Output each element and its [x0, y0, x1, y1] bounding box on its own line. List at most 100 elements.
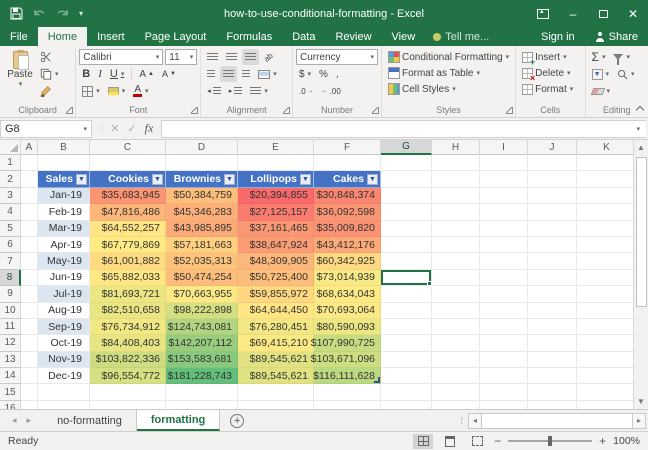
- cell-H14[interactable]: [432, 368, 480, 384]
- cell-F15[interactable]: [314, 384, 381, 400]
- row-header-11[interactable]: 11: [0, 319, 21, 335]
- table-resize-handle[interactable]: [374, 377, 380, 383]
- cell-I9[interactable]: [480, 286, 528, 302]
- cell-B13[interactable]: Nov-19: [38, 352, 90, 368]
- format-painter-button[interactable]: [37, 83, 62, 99]
- column-header-D[interactable]: D: [166, 140, 238, 155]
- cell-K13[interactable]: [577, 352, 633, 368]
- sheet-tab-formatting[interactable]: formatting: [137, 410, 220, 431]
- cell-F8[interactable]: $73,014,939: [314, 270, 381, 286]
- cell-D10[interactable]: $98,222,898: [166, 303, 238, 319]
- cell-A6[interactable]: [21, 237, 38, 253]
- cell-K2[interactable]: [577, 171, 633, 187]
- cell-H10[interactable]: [432, 303, 480, 319]
- cell-C2[interactable]: Cookies▼: [90, 171, 166, 187]
- format-cells-button[interactable]: Format▾: [519, 81, 581, 97]
- cell-J15[interactable]: [528, 384, 577, 400]
- column-header-C[interactable]: C: [90, 140, 166, 155]
- cell-B14[interactable]: Dec-19: [38, 368, 90, 384]
- copy-button[interactable]: ▾: [37, 66, 62, 82]
- cell-D3[interactable]: $50,384,759: [166, 188, 238, 204]
- row-header-13[interactable]: 13: [0, 352, 21, 368]
- column-header-B[interactable]: B: [38, 140, 90, 155]
- cell-D5[interactable]: $43,985,895: [166, 221, 238, 237]
- orientation-button[interactable]: ab: [261, 49, 276, 65]
- paste-button[interactable]: Paste ▾: [3, 49, 37, 99]
- cell-I6[interactable]: [480, 237, 528, 253]
- cell-A11[interactable]: [21, 319, 38, 335]
- row-header-6[interactable]: 6: [0, 237, 21, 253]
- cell-G5[interactable]: [381, 221, 432, 237]
- next-sheet-icon[interactable]: ▸: [27, 415, 32, 426]
- cell-C7[interactable]: $61,001,882: [90, 253, 166, 269]
- sign-in-button[interactable]: Sign in: [531, 31, 585, 43]
- row-header-4[interactable]: 4: [0, 204, 21, 220]
- save-icon[interactable]: [10, 7, 23, 20]
- cell-K6[interactable]: [577, 237, 633, 253]
- cell-E7[interactable]: $48,309,905: [238, 253, 314, 269]
- cell-G14[interactable]: [381, 368, 432, 384]
- cell-G9[interactable]: [381, 286, 432, 302]
- cell-H12[interactable]: [432, 335, 480, 351]
- cell-K10[interactable]: [577, 303, 633, 319]
- cell-J16[interactable]: [528, 401, 577, 409]
- cell-G7[interactable]: [381, 253, 432, 269]
- cell-F6[interactable]: $43,412,176: [314, 237, 381, 253]
- font-dialog-launcher-icon[interactable]: [191, 107, 198, 114]
- cell-A14[interactable]: [21, 368, 38, 384]
- cell-H3[interactable]: [432, 188, 480, 204]
- cell-F3[interactable]: $30,848,374: [314, 188, 381, 204]
- cell-H6[interactable]: [432, 237, 480, 253]
- cell-H11[interactable]: [432, 319, 480, 335]
- cell-F16[interactable]: [314, 401, 381, 409]
- fill-color-button[interactable]: ▾: [105, 83, 129, 99]
- cell-G16[interactable]: [381, 401, 432, 409]
- cell-F11[interactable]: $80,590,093: [314, 319, 381, 335]
- decrease-decimal-button[interactable]: ←.00: [319, 83, 344, 99]
- row-header-14[interactable]: 14: [0, 368, 21, 384]
- tab-view[interactable]: View: [382, 27, 426, 46]
- tab-home[interactable]: Home: [38, 27, 87, 46]
- align-right-button[interactable]: [239, 66, 253, 82]
- customize-qat-icon[interactable]: ▾: [79, 9, 83, 18]
- cell-K4[interactable]: [577, 204, 633, 220]
- cut-button[interactable]: [37, 49, 62, 65]
- row-header-3[interactable]: 3: [0, 188, 21, 204]
- cell-F4[interactable]: $36,092,598: [314, 204, 381, 220]
- cell-A5[interactable]: [21, 221, 38, 237]
- cell-B1[interactable]: [38, 155, 90, 171]
- cell-F1[interactable]: [314, 155, 381, 171]
- vertical-scrollbar[interactable]: ▲ ▼: [633, 140, 648, 409]
- column-header-I[interactable]: I: [480, 140, 528, 155]
- cell-D11[interactable]: $124,743,081: [166, 319, 238, 335]
- selected-cell-G8[interactable]: [381, 270, 432, 286]
- cell-C16[interactable]: [90, 401, 166, 409]
- cell-G4[interactable]: [381, 204, 432, 220]
- normal-view-button[interactable]: [413, 434, 433, 449]
- cell-D7[interactable]: $52,035,313: [166, 253, 238, 269]
- autosum-button[interactable]: Σ▾: [589, 49, 609, 65]
- column-header-F[interactable]: F: [314, 140, 381, 155]
- cell-B9[interactable]: Jul-19: [38, 286, 90, 302]
- cell-I16[interactable]: [480, 401, 528, 409]
- cell-E14[interactable]: $89,545,621: [238, 368, 314, 384]
- cell-A8[interactable]: [21, 270, 38, 286]
- increase-font-button[interactable]: A▲: [136, 66, 157, 82]
- underline-button[interactable]: U▾: [107, 66, 127, 82]
- cell-H4[interactable]: [432, 204, 480, 220]
- clear-button[interactable]: ▾: [589, 83, 614, 99]
- cell-E13[interactable]: $89,545,621: [238, 352, 314, 368]
- cell-I5[interactable]: [480, 221, 528, 237]
- maximize-button[interactable]: [588, 0, 618, 27]
- cell-J11[interactable]: [528, 319, 577, 335]
- cell-B3[interactable]: Jan-19: [38, 188, 90, 204]
- vertical-scroll-thumb[interactable]: [636, 157, 647, 307]
- cell-J6[interactable]: [528, 237, 577, 253]
- cell-J3[interactable]: [528, 188, 577, 204]
- filter-dropdown-icon[interactable]: ▼: [300, 174, 311, 185]
- bottom-align-button[interactable]: [242, 49, 259, 65]
- merge-center-button[interactable]: ▾: [255, 66, 280, 82]
- cell-C5[interactable]: $64,552,257: [90, 221, 166, 237]
- cell-K7[interactable]: [577, 253, 633, 269]
- column-header-A[interactable]: A: [21, 140, 38, 155]
